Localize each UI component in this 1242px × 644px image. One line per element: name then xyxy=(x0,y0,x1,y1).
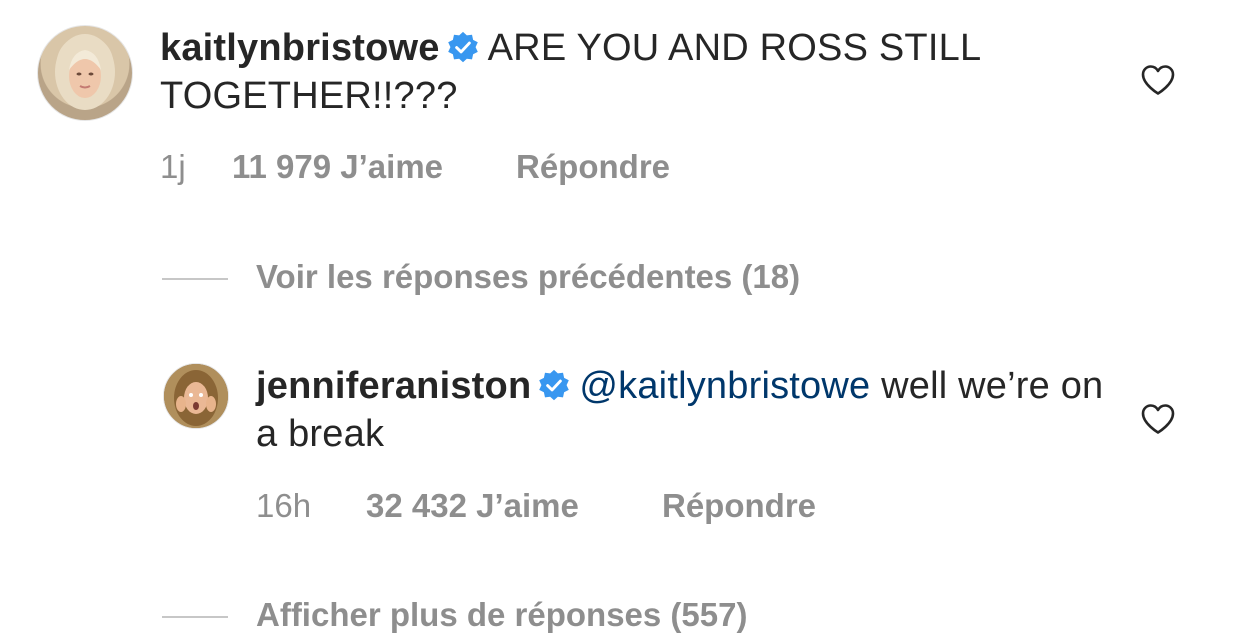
comment-likes[interactable]: 11 979 J’aime xyxy=(232,148,516,186)
avatar[interactable] xyxy=(37,25,133,121)
heart-outline-icon[interactable] xyxy=(1140,403,1176,435)
comments-thread: kaitlynbristowe ARE YOU AND ROSS STILL T… xyxy=(0,0,1242,644)
view-previous-replies-label: Voir les réponses précédentes (18) xyxy=(256,258,801,295)
avatar-photo xyxy=(164,364,228,428)
comment-meta: 1j 11 979 J’aime Répondre xyxy=(160,148,670,186)
comment-time[interactable]: 1j xyxy=(160,148,232,186)
divider-line xyxy=(162,616,228,619)
reply-button[interactable]: Répondre xyxy=(662,487,816,525)
reply-body: jenniferaniston @kaitlynbristowe well we… xyxy=(256,362,1116,458)
avatar[interactable] xyxy=(163,363,229,429)
reply-button[interactable]: Répondre xyxy=(516,148,670,186)
show-more-replies-label: Afficher plus de réponses (557) xyxy=(256,596,748,633)
heart-outline-icon[interactable] xyxy=(1140,64,1176,96)
mention-link[interactable]: @kaitlynbristowe xyxy=(579,365,870,407)
comment-username[interactable]: kaitlynbristowe xyxy=(160,27,440,69)
verified-badge-icon xyxy=(539,369,570,401)
comment-username[interactable]: jenniferaniston xyxy=(256,365,531,407)
show-more-replies-button[interactable]: Afficher plus de réponses (557) xyxy=(162,596,747,634)
verified-badge-icon xyxy=(447,31,478,63)
comment-time[interactable]: 16h xyxy=(256,487,366,525)
comment-meta: 16h 32 432 J’aime Répondre xyxy=(256,487,816,525)
avatar-photo xyxy=(55,34,115,110)
comment-likes[interactable]: 32 432 J’aime xyxy=(366,487,662,525)
comment-body: kaitlynbristowe ARE YOU AND ROSS STILL T… xyxy=(160,24,1120,120)
divider-line xyxy=(162,278,228,281)
view-previous-replies-button[interactable]: Voir les réponses précédentes (18) xyxy=(162,258,800,296)
